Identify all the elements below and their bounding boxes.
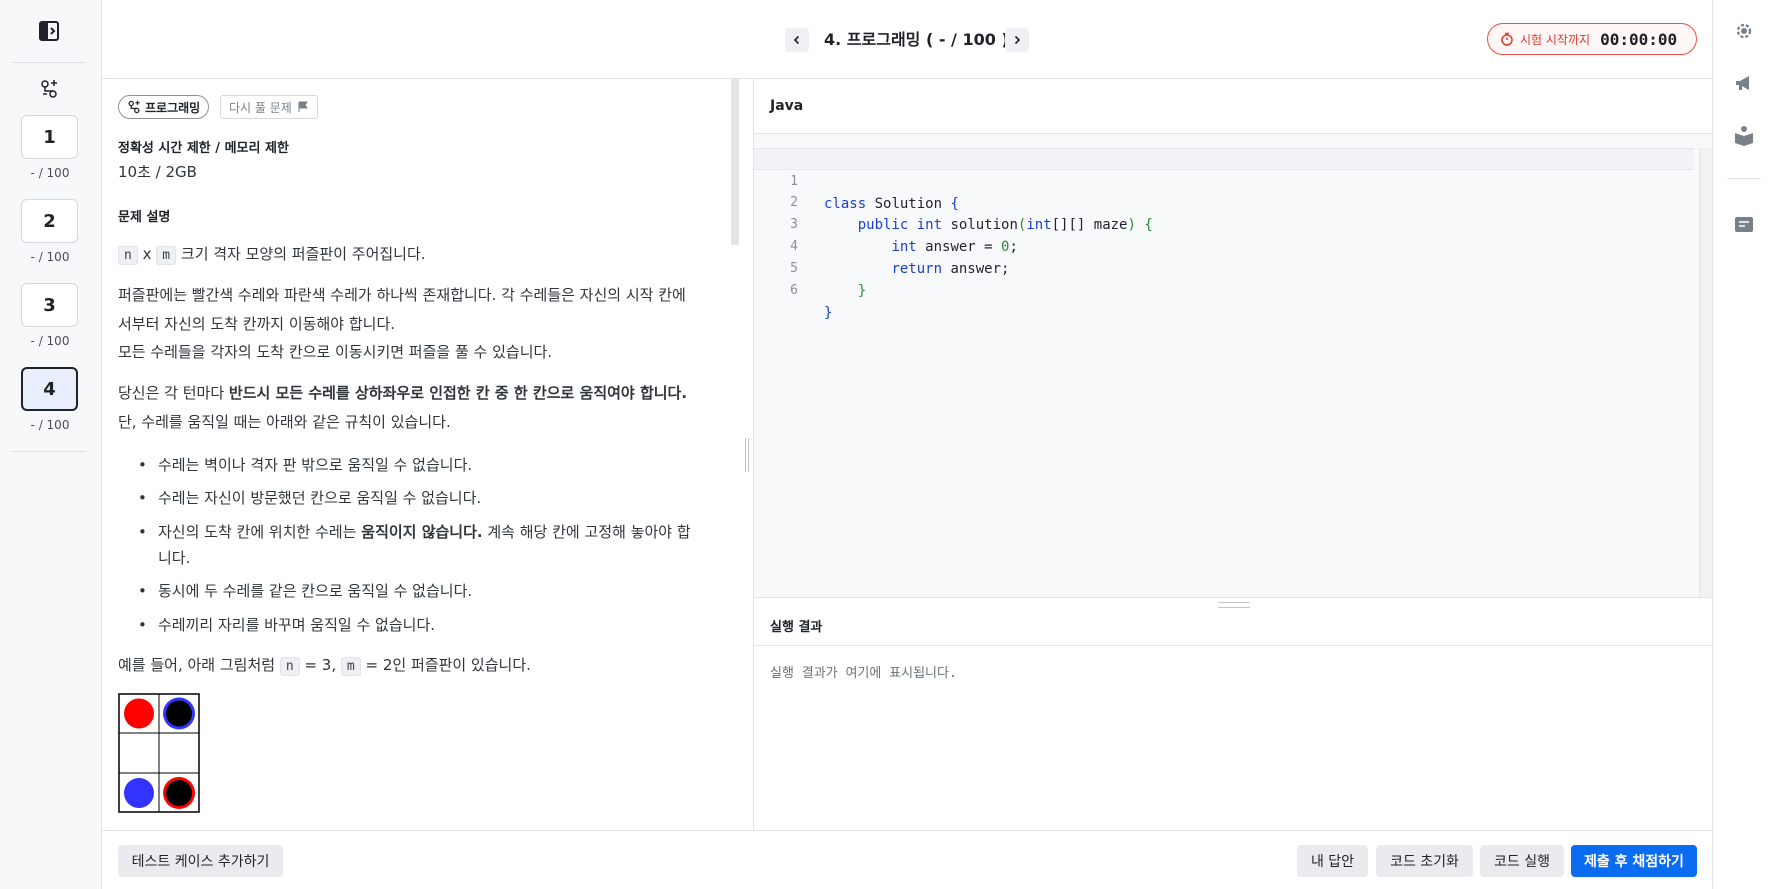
bold-text: 반드시 모든 수레를 상하좌우로 인접한 칸 중 한 칸으로 움직여야 합니다. [228,384,688,402]
question-number: 3 [43,294,56,316]
puzzle-board-image [118,693,200,813]
megaphone-icon[interactable] [1733,72,1755,94]
token: } [824,305,833,321]
text: 자신의 도착 칸에 위치한 수레는 [158,523,357,541]
gear-icon[interactable] [1733,20,1755,42]
code-line: 6 } [754,258,1694,321]
stopwatch-icon [1501,32,1513,46]
limits-value: 10초 / 2GB [118,163,197,181]
description-paragraph-3-line-2: 단, 수레를 움직일 때는 아래와 같은 규칙이 있습니다. [118,413,451,431]
question-4-button[interactable]: 4 [21,367,78,411]
code-line: 2 public int solution(int[][] maze) { [754,170,1694,233]
text: 계속 해당 칸에 고정해 놓아야 합 [487,523,691,541]
text: x [142,245,152,263]
bold-text: 움직이지 않습니다. [361,523,483,541]
sidebar-divider [12,62,86,63]
code-line: 3 int answer = 0; [754,192,1694,255]
text: = 2인 퍼즐판이 있습니다. [365,656,531,674]
description-paragraph-3-line-1: 당신은 각 턴마다 반드시 모든 수레를 상하좌우로 인접한 칸 중 한 칸으로… [118,379,687,407]
results-resize-handle[interactable] [1218,602,1250,608]
submit-button[interactable]: 제출 후 채점하기 [1571,845,1697,877]
example-paragraph: 예를 들어, 아래 그림처럼 n = 3, m = 2인 퍼즐판이 있습니다. [118,651,531,681]
code-line: 4 return answer; [754,214,1694,277]
question-3-score: - / 100 [30,334,70,348]
description-paragraph-1: n x m 크기 격자 모양의 퍼즐판이 주어집니다. [118,240,426,270]
retry-problem-toggle[interactable]: 다시 풀 문제 [220,95,318,119]
question-sidebar: 1 - / 100 2 - / 100 3 - / 100 4 - / 100 [0,0,102,889]
retry-label: 다시 풀 문제 [229,100,292,115]
code-line: 5 } [754,236,1694,299]
description-paragraph-2-line-1: 퍼즐판에는 빨간색 수레와 파란색 수레가 하나씩 존재합니다. 각 수레들은 … [118,286,686,304]
question-number: 1 [43,126,56,148]
question-1-score: - / 100 [30,166,70,180]
problem-type-tag: 프로그래밍 [118,95,210,119]
problem-scrollbar[interactable] [731,79,739,245]
add-testcase-button[interactable]: 테스트 케이스 추가하기 [118,845,283,877]
text: 예를 들어, 아래 그림처럼 [118,656,276,674]
header: 4. 프로그래밍 ( - / 100 ) 시험 시작까지 00:00:00 [102,0,1712,79]
code-chip-n: n [118,246,138,265]
description-paragraph-2-line-2: 서부터 자신의 도착 칸까지 이동해야 합니다. [118,315,396,333]
token: } [857,283,867,299]
book-icon[interactable] [1733,124,1755,146]
timer-value: 00:00:00 [1600,29,1678,49]
question-2-score: - / 100 [30,250,70,264]
memo-icon[interactable] [1733,214,1755,236]
results-header: 실행 결과 [754,597,1712,646]
rule-item-4: 동시에 두 수레를 같은 칸으로 움직일 수 없습니다. [138,578,718,604]
question-number: 2 [43,210,56,232]
text: 당신은 각 턴마다 [118,384,225,402]
my-answer-button[interactable]: 내 답안 [1297,845,1368,877]
rule-item-2: 수레는 자신이 방문했던 칸으로 움직일 수 없습니다. [138,485,718,511]
footer-toolbar: 테스트 케이스 추가하기 내 답안 코드 초기화 코드 실행 제출 후 채점하기 [102,830,1712,889]
run-code-button[interactable]: 코드 실행 [1480,845,1564,877]
exam-timer: 시험 시작까지 00:00:00 [1487,23,1697,55]
problem-type-label: 프로그래밍 [145,100,201,115]
question-number: 4 [43,378,56,400]
chevron-right-icon [1014,35,1021,45]
editor-scrollbar[interactable] [1699,148,1712,597]
description-heading: 문제 설명 [118,210,171,225]
flag-icon [298,101,308,112]
programming-icon [128,100,140,114]
reset-code-button[interactable]: 코드 초기화 [1376,845,1473,877]
code-editor[interactable]: 1 class Solution { 2 public int solution… [754,134,1712,597]
text: = 3, [304,656,337,674]
next-question-button[interactable] [1005,28,1029,52]
code-chip-n: n [279,657,300,676]
rule-item-5: 수레끼리 자리를 바꾸며 움직일 수 없습니다. [138,612,718,638]
programming-icon [39,79,59,99]
code-chip-m: m [340,657,361,676]
limits-heading: 정확성 시간 제한 / 메모리 제한 [118,141,289,156]
page-title: 4. 프로그래밍 ( - / 100 ) [824,30,1009,49]
code-chip-m: m [156,246,177,265]
question-3-button[interactable]: 3 [21,283,78,327]
sidebar-divider [12,451,86,452]
chevron-left-icon [793,35,800,45]
rule-item-3: 자신의 도착 칸에 위치한 수레는 움직이지 않습니다. 계속 해당 칸에 고정… [138,519,718,571]
text: 니다. [158,549,191,567]
text: 크기 격자 모양의 퍼즐판이 주어집니다. [180,245,426,263]
code-line: 1 class Solution { [754,148,1694,212]
results-output: 실행 결과가 여기에 표시됩니다. [770,666,957,681]
question-4-score: - / 100 [30,418,70,432]
sidebar-collapse-icon[interactable] [37,19,61,43]
description-paragraph-2-line-3: 모든 수레들을 각자의 도착 칸으로 이동시키면 퍼즐을 풀 수 있습니다. [118,343,553,361]
line-number: 6 [790,283,798,298]
prev-question-button[interactable] [785,28,809,52]
timer-label: 시험 시작까지 [1520,32,1591,47]
tools-sidebar [1712,0,1776,889]
language-label: Java [770,98,804,114]
sidebar-divider [1727,178,1761,179]
question-2-button[interactable]: 2 [21,199,78,243]
editor-header: Java [754,79,1712,134]
results-title: 실행 결과 [770,620,823,635]
pane-resize-handle[interactable] [745,438,749,472]
rule-item-1: 수레는 벽이나 격자 판 밖으로 움직일 수 없습니다. [138,452,718,478]
question-1-button[interactable]: 1 [21,115,78,159]
